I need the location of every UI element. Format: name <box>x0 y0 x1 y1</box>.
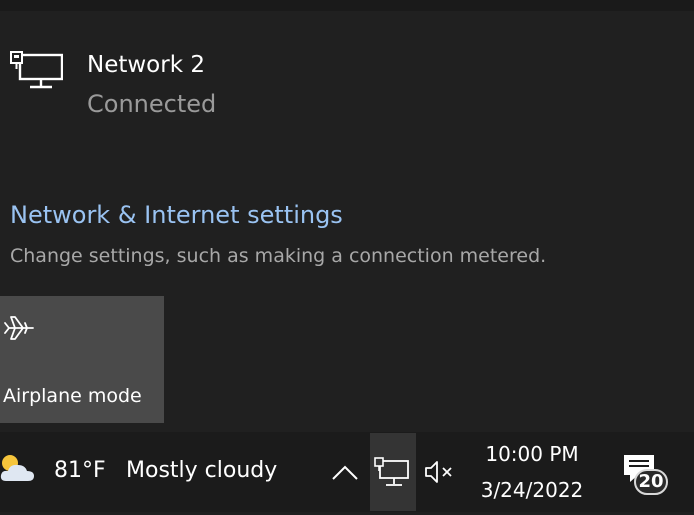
network-status: Connected <box>87 90 217 118</box>
notification-center-button[interactable]: 20 <box>616 450 672 502</box>
network-flyout: Network 2 Connected Network & Internet s… <box>0 0 694 432</box>
clock-time: 10:00 PM <box>485 442 579 466</box>
chevron-up-icon[interactable] <box>326 452 364 492</box>
partly-cloudy-icon[interactable] <box>0 451 38 485</box>
settings-description: Change settings, such as making a connec… <box>10 245 547 267</box>
taskbar: 81°F Mostly cloudy 10:00 PM 3/24/2022 20 <box>0 432 694 512</box>
airplane-mode-toggle[interactable]: Airplane mode <box>0 296 164 423</box>
network-internet-settings-link[interactable]: Network & Internet settings <box>10 201 343 229</box>
volume-muted-icon[interactable] <box>420 452 460 492</box>
wired-network-icon <box>374 457 409 486</box>
network-name: Network 2 <box>87 52 205 78</box>
weather-description[interactable]: Mostly cloudy <box>126 458 277 483</box>
flyout-top-edge <box>0 0 694 11</box>
clock-date: 3/24/2022 <box>480 478 584 502</box>
weather-temperature[interactable]: 81°F <box>54 458 106 483</box>
tray-network-button[interactable] <box>370 433 416 511</box>
airplane-mode-label: Airplane mode <box>3 385 142 407</box>
wired-network-icon <box>10 51 63 89</box>
airplane-icon <box>4 316 34 340</box>
network-list-item[interactable]: Network 2 Connected <box>0 38 694 138</box>
notification-count-badge: 20 <box>634 469 668 495</box>
taskbar-clock[interactable]: 10:00 PM 3/24/2022 <box>470 438 594 508</box>
